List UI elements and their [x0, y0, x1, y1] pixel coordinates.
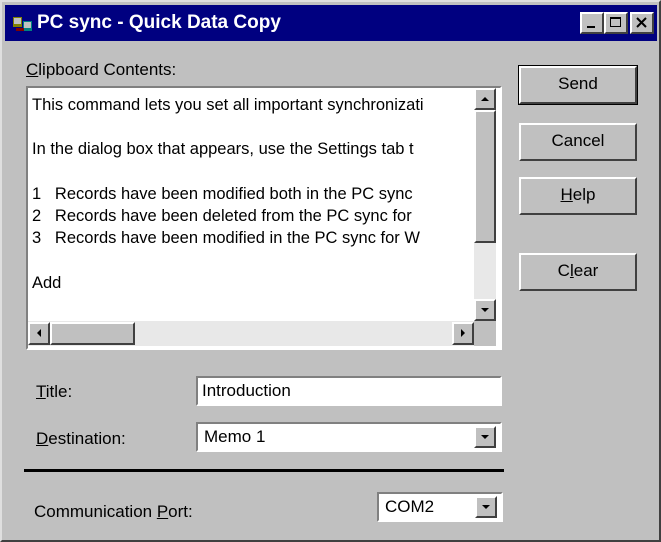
clipboard-contents-label: Clipboard Contents: [26, 60, 176, 80]
arrow-up-icon [481, 97, 489, 101]
clear-label-start: C [557, 261, 570, 280]
clipboard-contents-textarea[interactable]: This command lets you set all important … [26, 86, 502, 350]
scroll-left-button[interactable] [28, 322, 50, 345]
pc-sync-app-icon [13, 17, 32, 31]
scroll-right-button[interactable] [452, 322, 474, 345]
title-input[interactable]: Introduction [196, 376, 502, 406]
close-button[interactable] [630, 12, 654, 34]
send-button-label: Send [558, 74, 598, 93]
window-title: PC sync - Quick Data Copy [37, 12, 281, 33]
title-input-value[interactable]: Introduction [202, 381, 291, 401]
clipboard-text[interactable]: This command lets you set all important … [32, 94, 472, 322]
clipboard-label-text: lipboard Contents: [38, 60, 177, 79]
destination-dropdown[interactable]: Memo 1 [196, 422, 502, 452]
destination-label-text: estination: [48, 429, 126, 448]
title-label: Title: [36, 382, 72, 402]
clear-label-end: ear [573, 261, 599, 280]
send-button[interactable]: Send [518, 65, 638, 105]
port-selected-value: COM2 [385, 497, 435, 516]
help-button[interactable]: Help [519, 177, 637, 215]
chevron-down-icon [482, 505, 490, 509]
port-label-start: Communication [34, 502, 157, 521]
arrow-left-icon [37, 329, 41, 337]
title-label-accelerator: T [36, 382, 46, 401]
close-icon [636, 17, 647, 28]
port-dropdown-button[interactable] [475, 496, 497, 518]
cancel-button[interactable]: Cancel [519, 123, 637, 161]
destination-selected-value: Memo 1 [204, 427, 266, 446]
port-label-accelerator: P [156, 502, 169, 521]
maximize-button[interactable] [604, 12, 628, 34]
destination-label: Destination: [36, 429, 126, 449]
help-button-label: elp [572, 185, 596, 204]
arrow-down-icon [481, 308, 489, 312]
separator-line [24, 469, 504, 472]
destination-dropdown-button[interactable] [474, 426, 496, 448]
horizontal-scroll-thumb[interactable] [50, 322, 135, 345]
title-label-text: itle: [45, 382, 73, 401]
cancel-button-label: Cancel [551, 131, 605, 150]
horizontal-scrollbar[interactable] [28, 321, 474, 346]
port-label-end: ort: [168, 502, 193, 521]
quick-data-copy-window: PC sync - Quick Data Copy Clipboard Cont… [0, 0, 661, 542]
help-accelerator: H [560, 185, 573, 204]
vertical-scrollbar[interactable] [474, 88, 496, 321]
minimize-button[interactable] [580, 12, 604, 34]
destination-label-accelerator: D [36, 429, 49, 448]
communication-port-dropdown[interactable]: COM2 [377, 492, 503, 522]
scrollbar-corner [474, 321, 496, 346]
scroll-down-button[interactable] [474, 299, 496, 321]
arrow-right-icon [461, 329, 465, 337]
minimize-icon [587, 26, 595, 28]
communication-port-label: Communication Port: [34, 502, 193, 522]
vertical-scroll-thumb[interactable] [474, 110, 496, 243]
clear-button[interactable]: Clear [519, 253, 637, 291]
title-bar[interactable]: PC sync - Quick Data Copy [5, 5, 657, 41]
scroll-up-button[interactable] [474, 88, 496, 110]
maximize-icon [610, 17, 621, 27]
chevron-down-icon [481, 435, 489, 439]
clipboard-label-accelerator: C [26, 60, 39, 79]
